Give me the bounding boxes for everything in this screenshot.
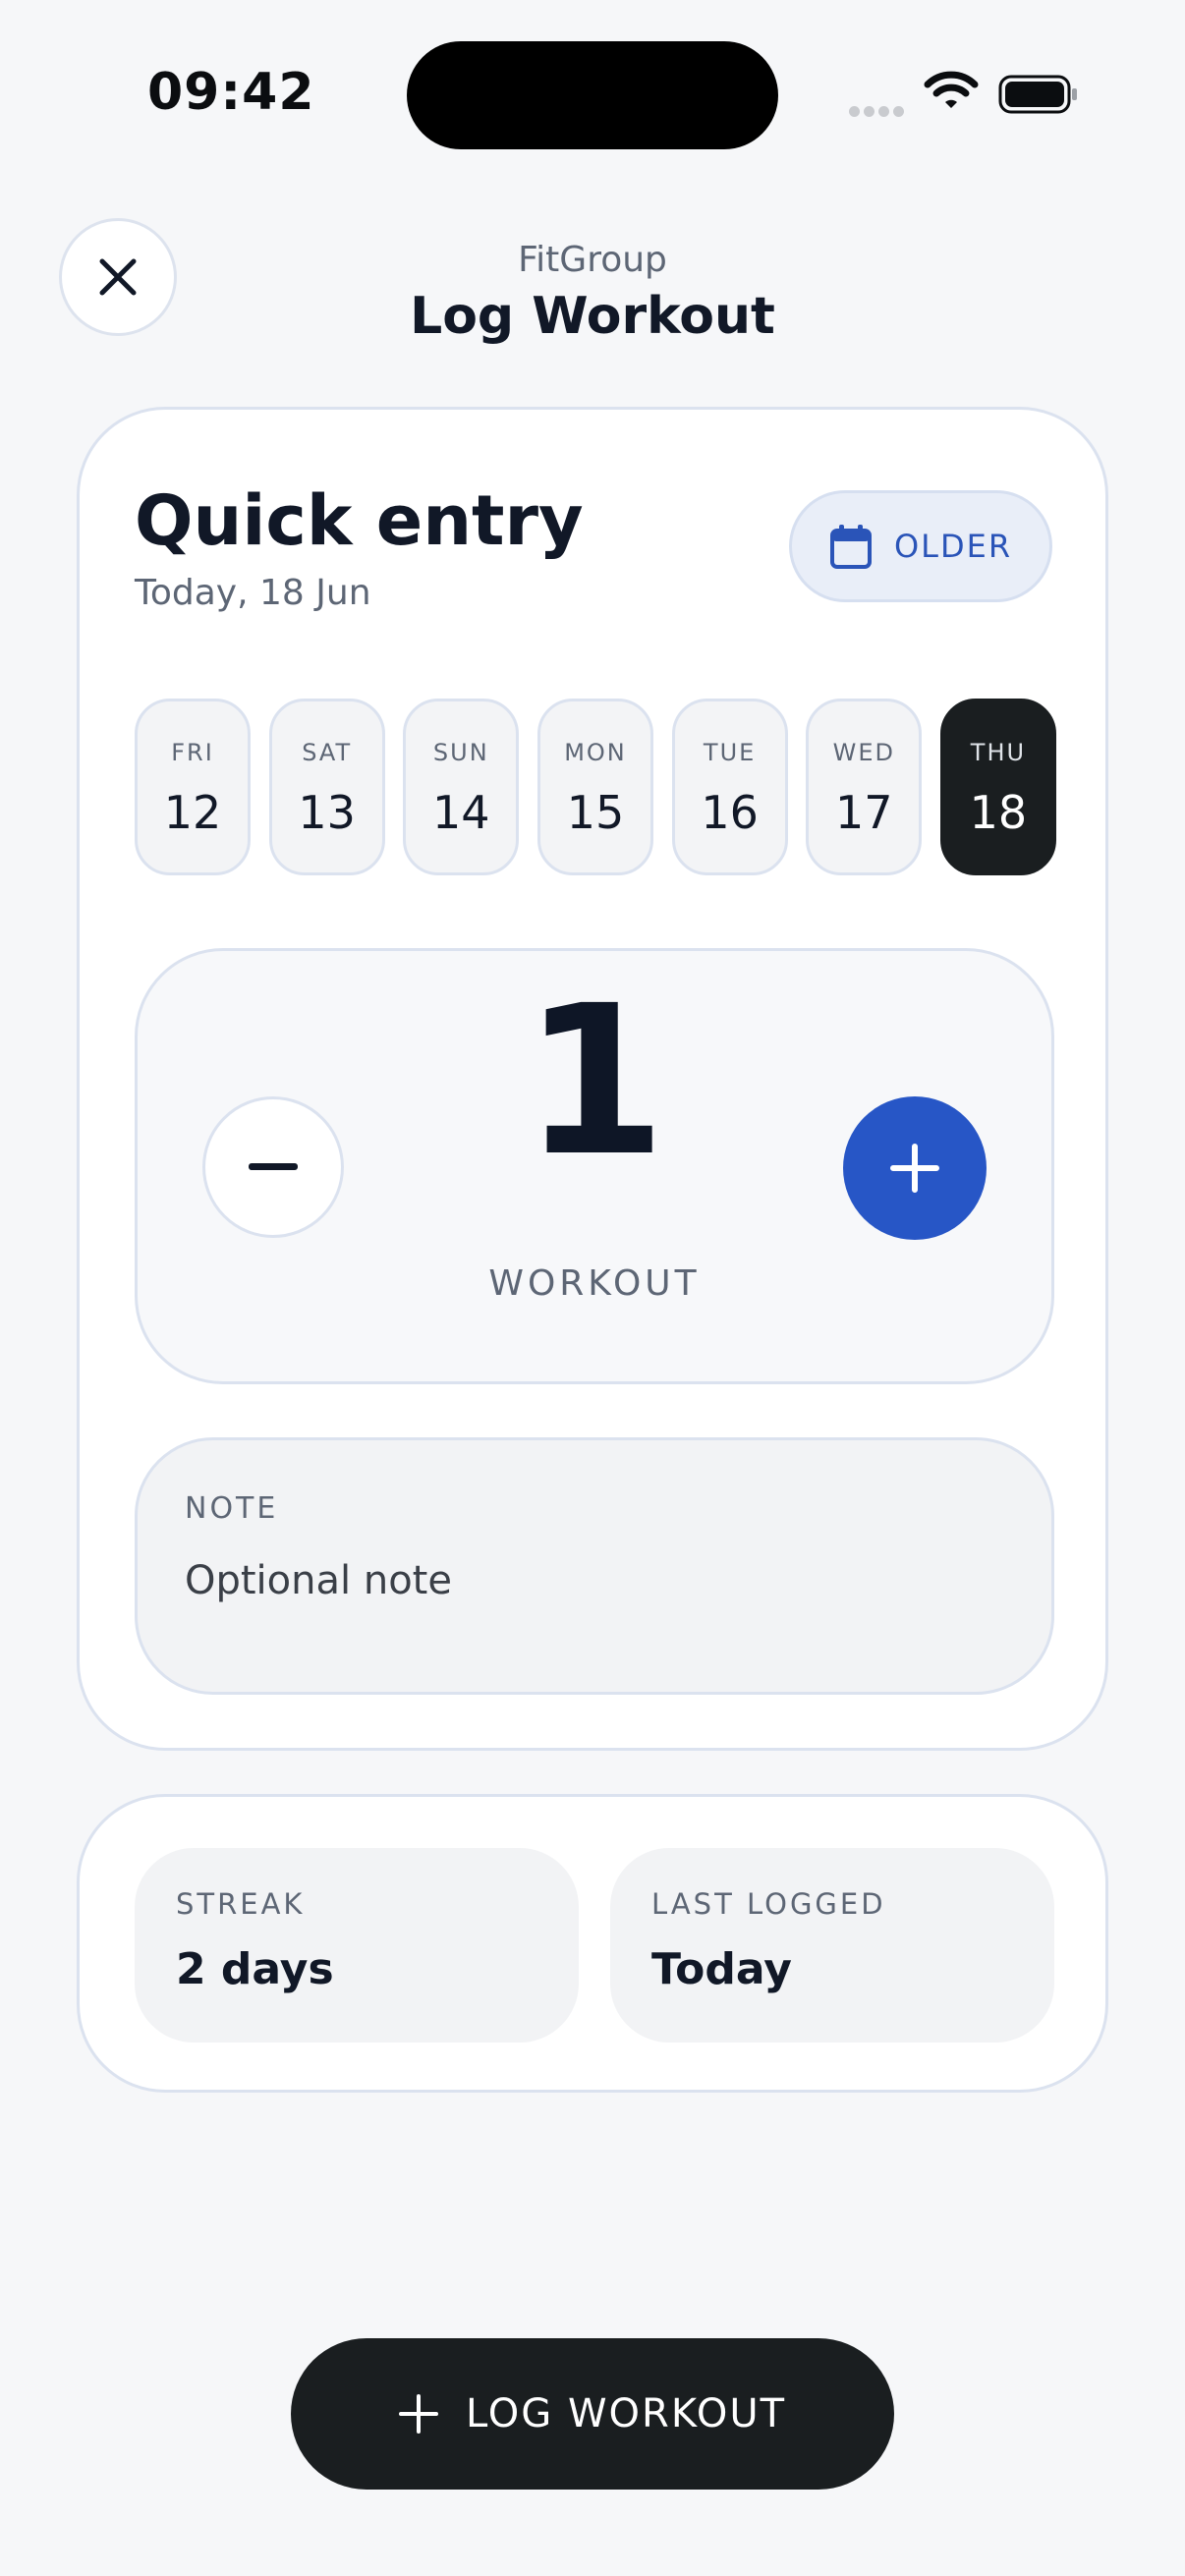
dynamic-island — [407, 41, 778, 149]
day-chip-tue[interactable]: TUE 16 — [671, 699, 788, 875]
day-number: 13 — [298, 786, 356, 839]
workout-counter: 1 WORKOUT — [135, 948, 1054, 1384]
day-name: MON — [564, 739, 627, 766]
page-title: Log Workout — [410, 287, 775, 346]
streak-value: 2 days — [176, 1944, 334, 1994]
last-logged-value: Today — [651, 1944, 792, 1994]
day-chip-thu-selected[interactable]: THU 18 — [939, 699, 1056, 875]
increment-button[interactable] — [843, 1096, 987, 1240]
day-number: 18 — [969, 786, 1028, 839]
workout-unit: WORKOUT — [488, 1263, 701, 1304]
day-number: 17 — [835, 786, 893, 839]
app-name: FitGroup — [518, 240, 667, 280]
older-label: OLDER — [893, 528, 1013, 565]
day-name: SAT — [302, 739, 353, 766]
day-name: SUN — [432, 739, 489, 766]
day-name: TUE — [703, 739, 757, 766]
note-label: NOTE — [185, 1491, 279, 1526]
log-workout-label: LOG WORKOUT — [465, 2391, 787, 2436]
plus-icon — [398, 2394, 438, 2434]
older-dates-button[interactable]: OLDER — [789, 490, 1052, 602]
log-workout-button[interactable]: LOG WORKOUT — [291, 2338, 894, 2490]
day-number: 14 — [432, 786, 490, 839]
day-name: FRI — [171, 739, 214, 766]
plus-icon — [890, 1144, 939, 1193]
status-time: 09:42 — [147, 63, 315, 122]
quick-entry-card: Quick entry Today, 18 Jun OLDER FRI 12 S… — [77, 407, 1108, 1751]
card-title: Quick entry — [135, 480, 584, 561]
day-chip-sun[interactable]: SUN 14 — [403, 699, 520, 875]
streak-stat: STREAK 2 days — [135, 1848, 579, 2043]
note-input[interactable] — [185, 1546, 990, 1615]
day-chip-wed[interactable]: WED 17 — [806, 699, 923, 875]
day-chip-fri[interactable]: FRI 12 — [135, 699, 251, 875]
streak-label: STREAK — [176, 1887, 306, 1921]
day-name: WED — [832, 739, 895, 766]
day-chip-mon[interactable]: MON 15 — [536, 699, 653, 875]
battery-icon — [998, 73, 1079, 120]
selected-date: Today, 18 Jun — [135, 573, 371, 613]
stats-card: STREAK 2 days LAST LOGGED Today — [77, 1794, 1108, 2093]
calendar-icon — [829, 525, 872, 569]
last-logged-label: LAST LOGGED — [651, 1887, 886, 1921]
day-number: 16 — [701, 786, 759, 839]
day-name: THU — [970, 739, 1027, 766]
log-workout-screen: 09:42 FitGroup Log Workout Quick entry T… — [0, 0, 1185, 2576]
last-logged-stat: LAST LOGGED Today — [610, 1848, 1054, 2043]
note-field[interactable]: NOTE — [135, 1437, 1054, 1695]
day-selector: FRI 12 SAT 13 SUN 14 MON 15 TUE 16 WED 1… — [135, 699, 1056, 875]
wifi-icon — [924, 71, 979, 114]
cellular-signal-icon — [849, 102, 908, 121]
day-chip-sat[interactable]: SAT 13 — [268, 699, 385, 875]
day-number: 15 — [566, 786, 625, 839]
day-number: 12 — [163, 786, 222, 839]
